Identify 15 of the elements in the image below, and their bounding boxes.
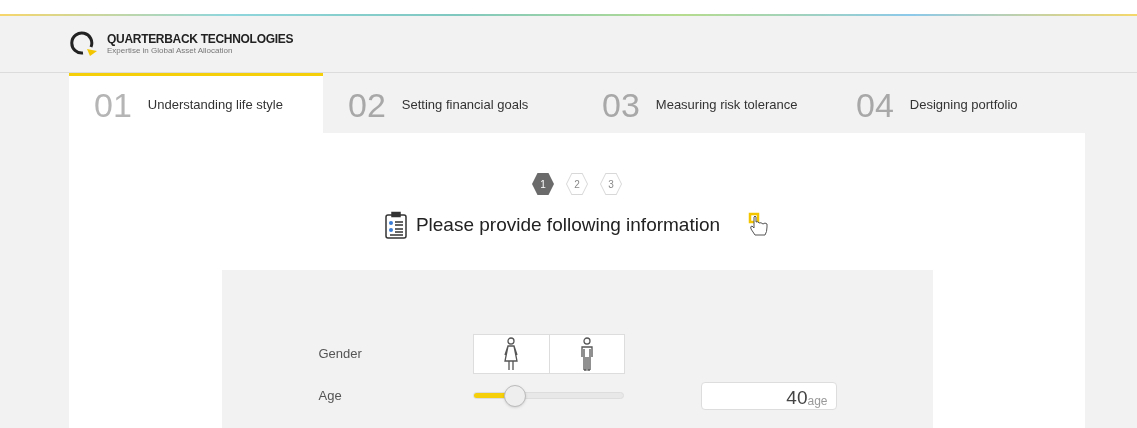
hand-pointer-icon[interactable] <box>748 212 771 239</box>
step-indicator[interactable]: 3 <box>600 173 622 195</box>
clipboard-icon <box>383 211 408 240</box>
brand-name: QUARTERBACK TECHNOLOGIES <box>107 33 294 45</box>
form-heading: Please provide following information <box>415 213 721 237</box>
logo-icon <box>69 31 99 57</box>
brand-tagline: Expertise in Global Asset Allocation <box>107 47 234 55</box>
gender-label: Gender <box>318 344 363 363</box>
age-label: Age <box>318 386 343 405</box>
step-indicator[interactable]: 1 <box>532 173 554 195</box>
step-tab[interactable]: 01 Understanding life style <box>69 73 323 133</box>
female-icon <box>502 336 520 371</box>
age-field[interactable]: 40age <box>700 381 837 410</box>
step-indicator[interactable]: 2 <box>566 173 588 195</box>
age-slider[interactable] <box>472 383 624 408</box>
